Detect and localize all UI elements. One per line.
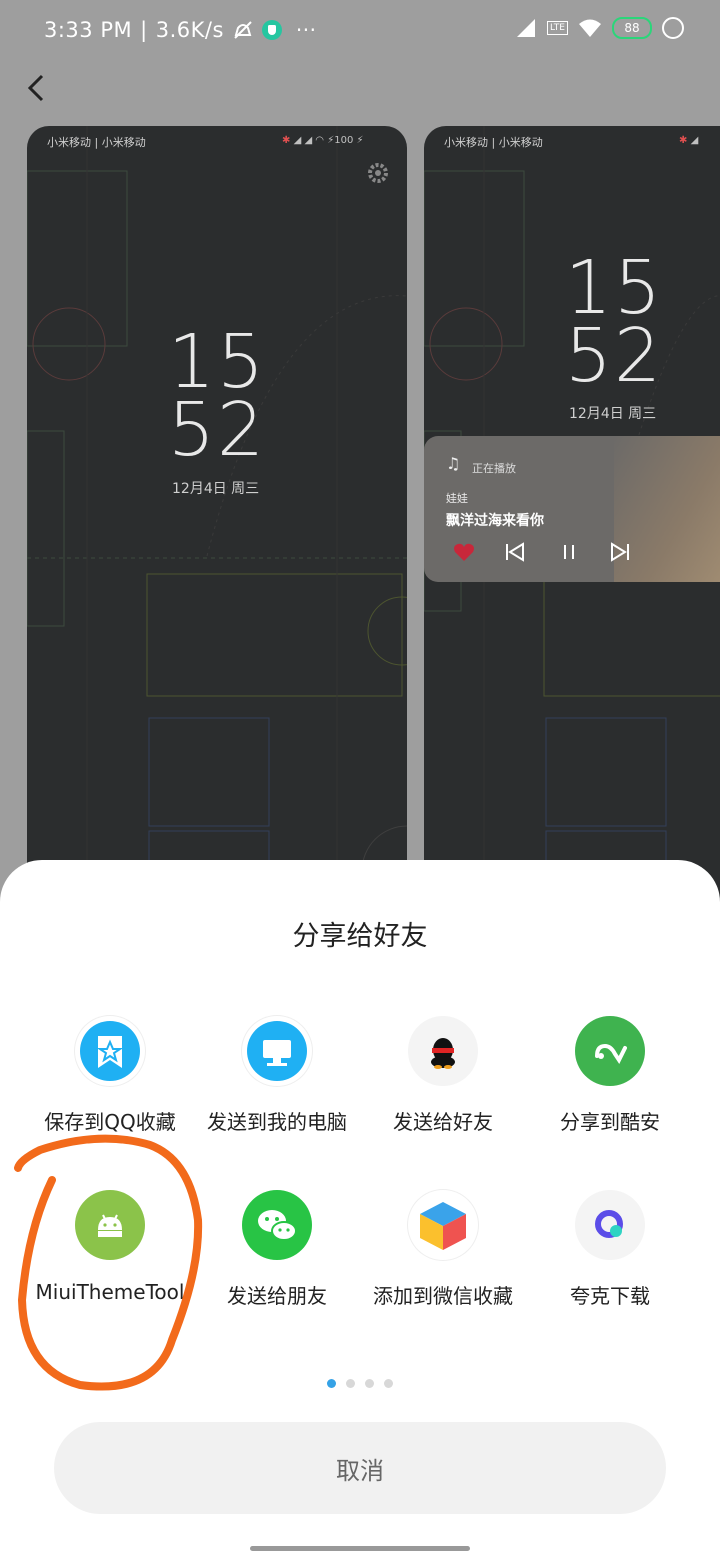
settings-gear-icon[interactable] [367, 162, 389, 184]
quark-icon [575, 1190, 645, 1260]
preview-1-date: 12月4日 周三 [172, 481, 260, 497]
next-track-icon[interactable] [609, 542, 631, 562]
page-dot-1[interactable] [327, 1379, 336, 1388]
music-widget: ♫ 正在播放 娃娃 飘洋过海来看你 [424, 436, 720, 582]
page-indicator [0, 1379, 720, 1388]
preview-2-minute: 52 [564, 313, 664, 399]
music-note-icon: ♫ [446, 454, 461, 473]
share-item-my-computer[interactable]: 发送到我的电脑 [192, 1016, 362, 1135]
theme-preview-2[interactable]: 小米移动 | 小米移动 ✱ ◢ 15 52 12月4日 周三 ♫ 正在播放 娃娃… [424, 126, 720, 926]
battery-level: 88 [624, 21, 640, 35]
alarm-off-icon [234, 21, 252, 39]
battery-icon: 88 [612, 17, 652, 39]
preview-2-status-icons: ✱ ◢ [679, 135, 699, 146]
page-dot-4[interactable] [384, 1379, 393, 1388]
preview-1-hour: 15 [167, 319, 267, 405]
status-left: 3:33 PM | 3.6K/s ··· [44, 18, 316, 42]
qq-penguin-icon [408, 1016, 478, 1086]
music-song: 飘洋过海来看你 [446, 513, 544, 529]
theme-preview-1[interactable]: 小米移动 | 小米移动 ✱ ◢ ◢ ◠ ⚡100 ⚡ 15 52 12月4日 周… [27, 126, 407, 926]
share-item-coolapk[interactable]: 分享到酷安 [525, 1016, 695, 1135]
wechat-favorite-cube-icon [408, 1190, 478, 1260]
wechat-icon [242, 1190, 312, 1260]
vpn-shield-icon [261, 20, 282, 40]
share-item-label: 添加到微信收藏 [373, 1284, 513, 1308]
previous-track-icon[interactable] [504, 542, 526, 562]
status-right: LTE 88 [515, 17, 684, 39]
status-time: 3:33 PM [44, 18, 133, 42]
share-item-label: 分享到酷安 [560, 1110, 660, 1134]
status-separator: | [140, 18, 148, 42]
qq-favorite-icon [75, 1016, 145, 1086]
home-indicator[interactable] [250, 1546, 470, 1551]
preview-2-date: 12月4日 周三 [569, 406, 657, 422]
preview-1-clock: 15 52 [167, 319, 267, 473]
privacy-icon [662, 17, 684, 39]
share-item-miuithemetool[interactable]: MiuiThemeTool [25, 1190, 195, 1304]
my-computer-icon [242, 1016, 312, 1086]
share-item-wechat-friend[interactable]: 发送给朋友 [192, 1190, 362, 1309]
preview-1-status-icons: ✱ ◢ ◢ ◠ ⚡100 ⚡ [282, 135, 364, 146]
page-dot-3[interactable] [365, 1379, 374, 1388]
share-item-label: MiuiThemeTool [35, 1280, 185, 1304]
android-icon [75, 1190, 145, 1260]
heart-icon[interactable] [453, 542, 475, 562]
share-sheet-title: 分享给好友 [292, 921, 428, 952]
share-sheet: 分享给好友 保存到QQ收藏 发送到我的电脑 发送给好友 分享到酷安 MiuiTh… [0, 860, 720, 1560]
share-item-quark-download[interactable]: 夸克下载 [525, 1190, 695, 1309]
pause-icon[interactable] [558, 542, 580, 562]
preview-1-carrier: 小米移动 | 小米移动 [47, 136, 146, 149]
share-item-label: 夸克下载 [570, 1284, 650, 1308]
status-bar: 3:33 PM | 3.6K/s ··· LTE 88 [0, 0, 720, 64]
share-item-label: 发送给朋友 [227, 1284, 327, 1308]
share-item-label: 发送到我的电脑 [207, 1110, 347, 1134]
volte-icon: LTE [547, 21, 568, 35]
status-net-speed: 3.6K/s [155, 18, 224, 42]
preview-1-battery-text: 100 [334, 135, 354, 146]
music-status: 正在播放 [472, 462, 516, 475]
preview-1-wallpaper-pattern [27, 126, 407, 926]
share-item-qq-friend[interactable]: 发送给好友 [358, 1016, 528, 1135]
share-item-label: 保存到QQ收藏 [44, 1110, 176, 1134]
signal-icon [517, 19, 536, 37]
preview-1-minute: 52 [167, 387, 267, 473]
share-item-qq-favorites[interactable]: 保存到QQ收藏 [25, 1016, 195, 1135]
wifi-icon [579, 19, 601, 37]
preview-2-carrier: 小米移动 | 小米移动 [444, 136, 543, 149]
back-arrow-icon[interactable] [22, 70, 52, 106]
share-item-label: 发送给好友 [393, 1110, 493, 1134]
coolapk-icon [575, 1016, 645, 1086]
music-artist: 娃娃 [446, 492, 468, 505]
cancel-button[interactable]: 取消 [54, 1422, 666, 1514]
preview-2-hour: 15 [564, 245, 664, 331]
volte-label: LTE [550, 23, 565, 33]
preview-2-clock: 15 52 [564, 245, 664, 399]
page-dot-2[interactable] [346, 1379, 355, 1388]
share-item-wechat-favorites[interactable]: 添加到微信收藏 [358, 1190, 528, 1309]
more-notifications: ··· [295, 18, 317, 42]
